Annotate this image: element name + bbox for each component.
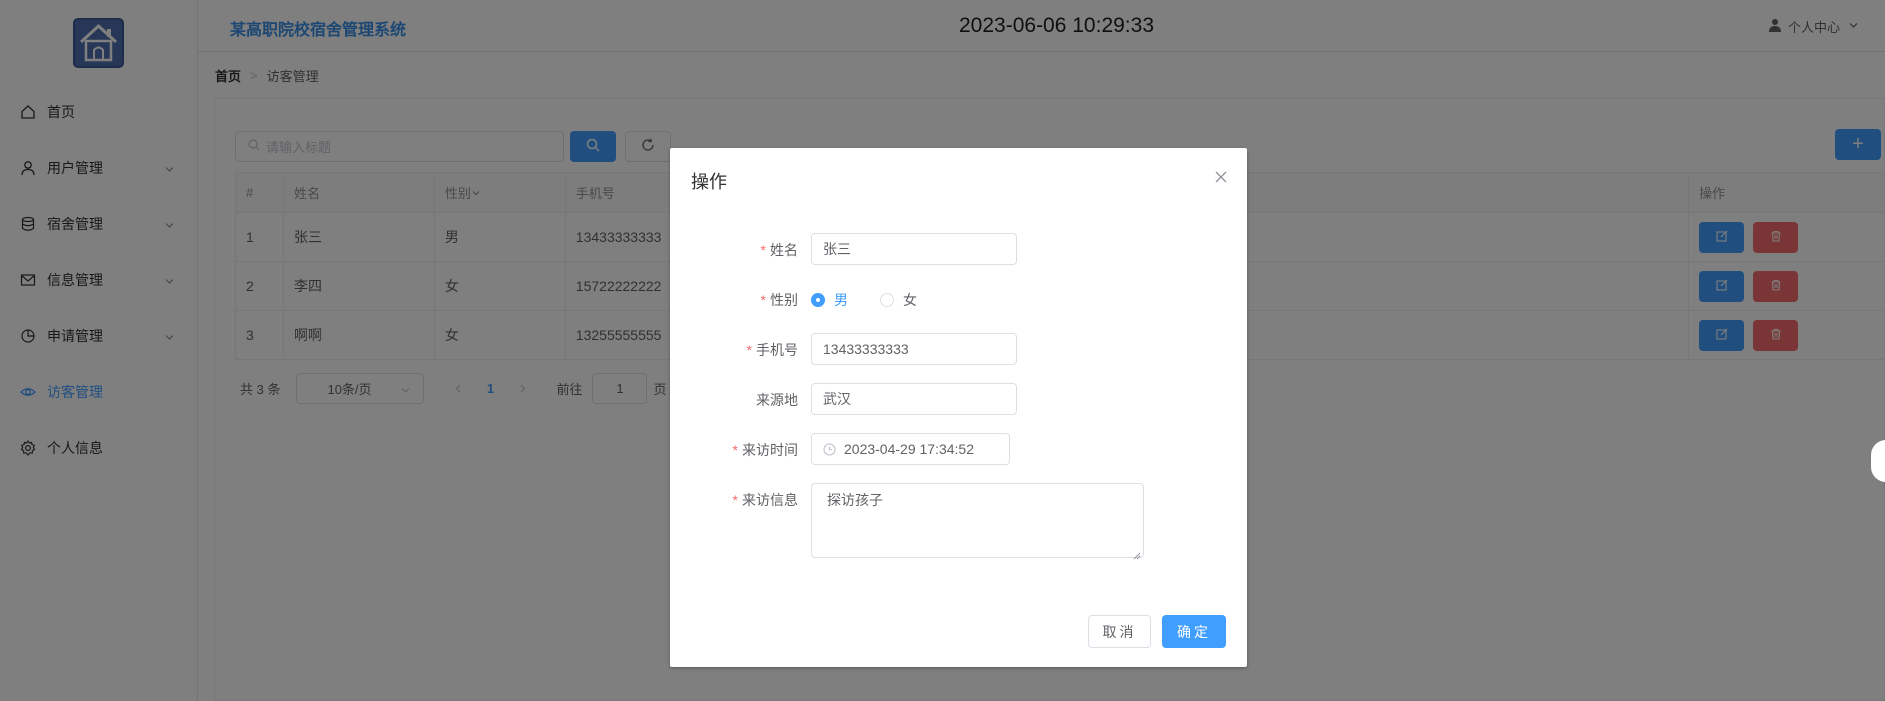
visit-time-label-text: 来访时间	[742, 442, 798, 458]
visit-time-value: 2023-04-29 17:34:52	[844, 441, 974, 457]
phone-label: * 手机号	[670, 340, 798, 360]
radio-label: 男	[834, 292, 848, 308]
form-row-visit-info: * 来访信息 探访孩子	[670, 483, 1247, 560]
origin-label-text: 来源地	[756, 392, 798, 408]
visit-info-textarea[interactable]: 探访孩子	[811, 483, 1144, 560]
form-row-name: * 姓名 张三	[670, 233, 1247, 265]
radio-dot	[811, 293, 825, 307]
visit-time-picker[interactable]: 2023-04-29 17:34:52	[811, 433, 1010, 465]
edge-handle[interactable]	[1871, 440, 1885, 482]
clock-icon	[823, 442, 836, 456]
name-field[interactable]: 张三	[811, 233, 1017, 265]
visitor-dialog: 操作 * 姓名 张三 * 性别 男 女 * 手机号 13433333333 来源地 武…	[670, 148, 1247, 667]
visit-info-label-text: 来访信息	[742, 492, 798, 508]
required-mark: *	[746, 342, 752, 358]
required-mark: *	[760, 242, 766, 258]
form-row-phone: * 手机号 13433333333	[670, 333, 1247, 365]
form-row-visit-time: * 来访时间 2023-04-29 17:34:52	[670, 433, 1247, 465]
resize-grip-icon[interactable]	[1133, 547, 1141, 560]
gender-label-text: 性别	[770, 292, 798, 308]
name-label: * 姓名	[670, 240, 798, 260]
dialog-title: 操作	[691, 172, 727, 192]
cancel-button[interactable]: 取消	[1088, 615, 1151, 648]
required-mark: *	[732, 492, 738, 508]
name-label-text: 姓名	[770, 242, 798, 258]
form-row-origin: 来源地 武汉	[670, 383, 1247, 415]
gender-label: * 性别	[670, 290, 798, 310]
origin-field[interactable]: 武汉	[811, 383, 1017, 415]
gender-radio-male[interactable]: 男	[811, 290, 848, 310]
visit-info-value: 探访孩子	[827, 492, 883, 508]
required-mark: *	[760, 292, 766, 308]
visit-info-label: * 来访信息	[670, 490, 798, 510]
phone-field[interactable]: 13433333333	[811, 333, 1017, 365]
radio-label: 女	[903, 292, 917, 308]
form-row-gender: * 性别 男 女	[670, 290, 1247, 310]
confirm-button[interactable]: 确定	[1162, 615, 1226, 648]
gender-radio-female[interactable]: 女	[880, 290, 917, 310]
visit-time-label: * 来访时间	[670, 440, 798, 460]
origin-label: 来源地	[670, 390, 798, 410]
phone-label-text: 手机号	[756, 342, 798, 358]
required-mark: *	[732, 442, 738, 458]
radio-dot	[880, 293, 894, 307]
close-icon[interactable]	[1214, 170, 1228, 184]
